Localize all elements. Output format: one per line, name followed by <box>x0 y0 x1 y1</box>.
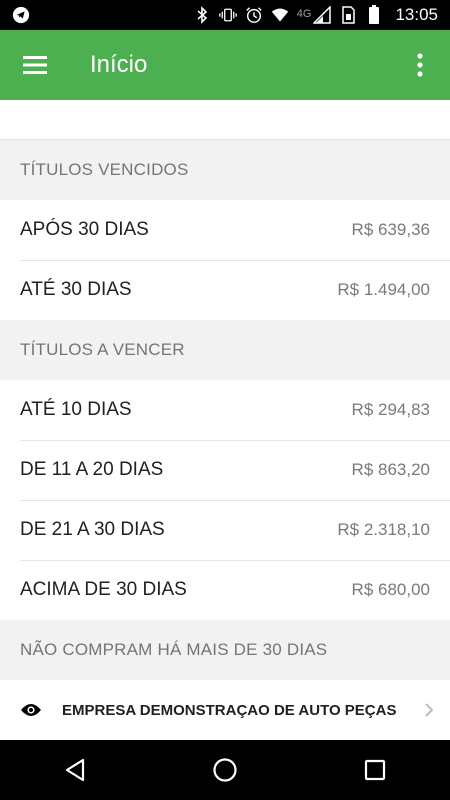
cell-signal-icon <box>313 6 332 24</box>
page-title: Início <box>90 51 148 78</box>
list-item[interactable]: ATÉ 30 DIAS R$ 1.494,00 <box>0 260 450 320</box>
eye-icon <box>21 704 41 716</box>
home-button[interactable] <box>195 740 255 800</box>
row-value: R$ 863,20 <box>351 460 430 479</box>
battery-icon <box>365 5 383 24</box>
section-header-upcoming: TÍTULOS A VENCER <box>0 320 450 380</box>
recents-button[interactable] <box>345 740 405 800</box>
row-label: DE 21 A 30 DIAS <box>20 519 165 540</box>
wifi-icon <box>271 6 289 24</box>
row-label: ATÉ 30 DIAS <box>20 279 132 300</box>
menu-button[interactable] <box>0 30 70 100</box>
chevron-right-icon <box>425 703 434 717</box>
telegram-icon <box>12 6 30 24</box>
bluetooth-icon <box>193 6 211 24</box>
row-label: APÓS 30 DIAS <box>20 219 149 240</box>
row-value: R$ 639,36 <box>351 220 430 239</box>
row-label: ACIMA DE 30 DIAS <box>20 579 187 600</box>
back-icon <box>65 758 85 782</box>
row-value: R$ 2.318,10 <box>337 520 430 539</box>
customer-name: EMPRESA DEMONSTRAÇAO DE AUTO PEÇAS <box>62 701 397 719</box>
row-value: R$ 680,00 <box>351 580 430 599</box>
row-value: R$ 294,83 <box>351 400 430 419</box>
row-label: ATÉ 10 DIAS <box>20 399 132 420</box>
list-item[interactable]: DE 11 A 20 DIAS R$ 863,20 <box>0 440 450 500</box>
back-button[interactable] <box>45 740 105 800</box>
row-label: DE 11 A 20 DIAS <box>20 459 164 480</box>
vibrate-icon <box>218 6 237 24</box>
system-nav-bar <box>0 740 450 800</box>
list-item[interactable]: APÓS 30 DIAS R$ 639,36 <box>0 200 450 260</box>
overflow-menu-button[interactable] <box>390 30 450 100</box>
network-type-label: 4G <box>296 8 312 20</box>
sim-icon <box>339 6 357 24</box>
section-header-inactive-customers: NÃO COMPRAM HÁ MAIS DE 30 DIAS <box>0 620 450 680</box>
list-item[interactable]: ACIMA DE 30 DIAS R$ 680,00 <box>0 560 450 620</box>
list-item[interactable]: ATÉ 10 DIAS R$ 294,83 <box>0 380 450 440</box>
row-value: R$ 1.494,00 <box>337 280 430 299</box>
home-icon <box>213 758 237 782</box>
more-vertical-icon <box>417 53 423 77</box>
status-time: 13:05 <box>395 5 438 24</box>
customer-list-item[interactable]: EMPRESA DEMONSTRAÇAO DE AUTO PEÇAS <box>0 680 450 740</box>
recents-icon <box>364 759 386 781</box>
blank-row <box>0 100 450 140</box>
status-bar: 4G 13:05 <box>0 0 450 30</box>
dashboard-content: TÍTULOS VENCIDOS APÓS 30 DIAS R$ 639,36 … <box>0 140 450 740</box>
section-header-overdue: TÍTULOS VENCIDOS <box>0 140 450 200</box>
app-bar: Início <box>0 30 450 100</box>
hamburger-menu-icon <box>23 56 47 74</box>
list-item[interactable]: DE 21 A 30 DIAS R$ 2.318,10 <box>0 500 450 560</box>
alarm-icon <box>245 6 263 24</box>
